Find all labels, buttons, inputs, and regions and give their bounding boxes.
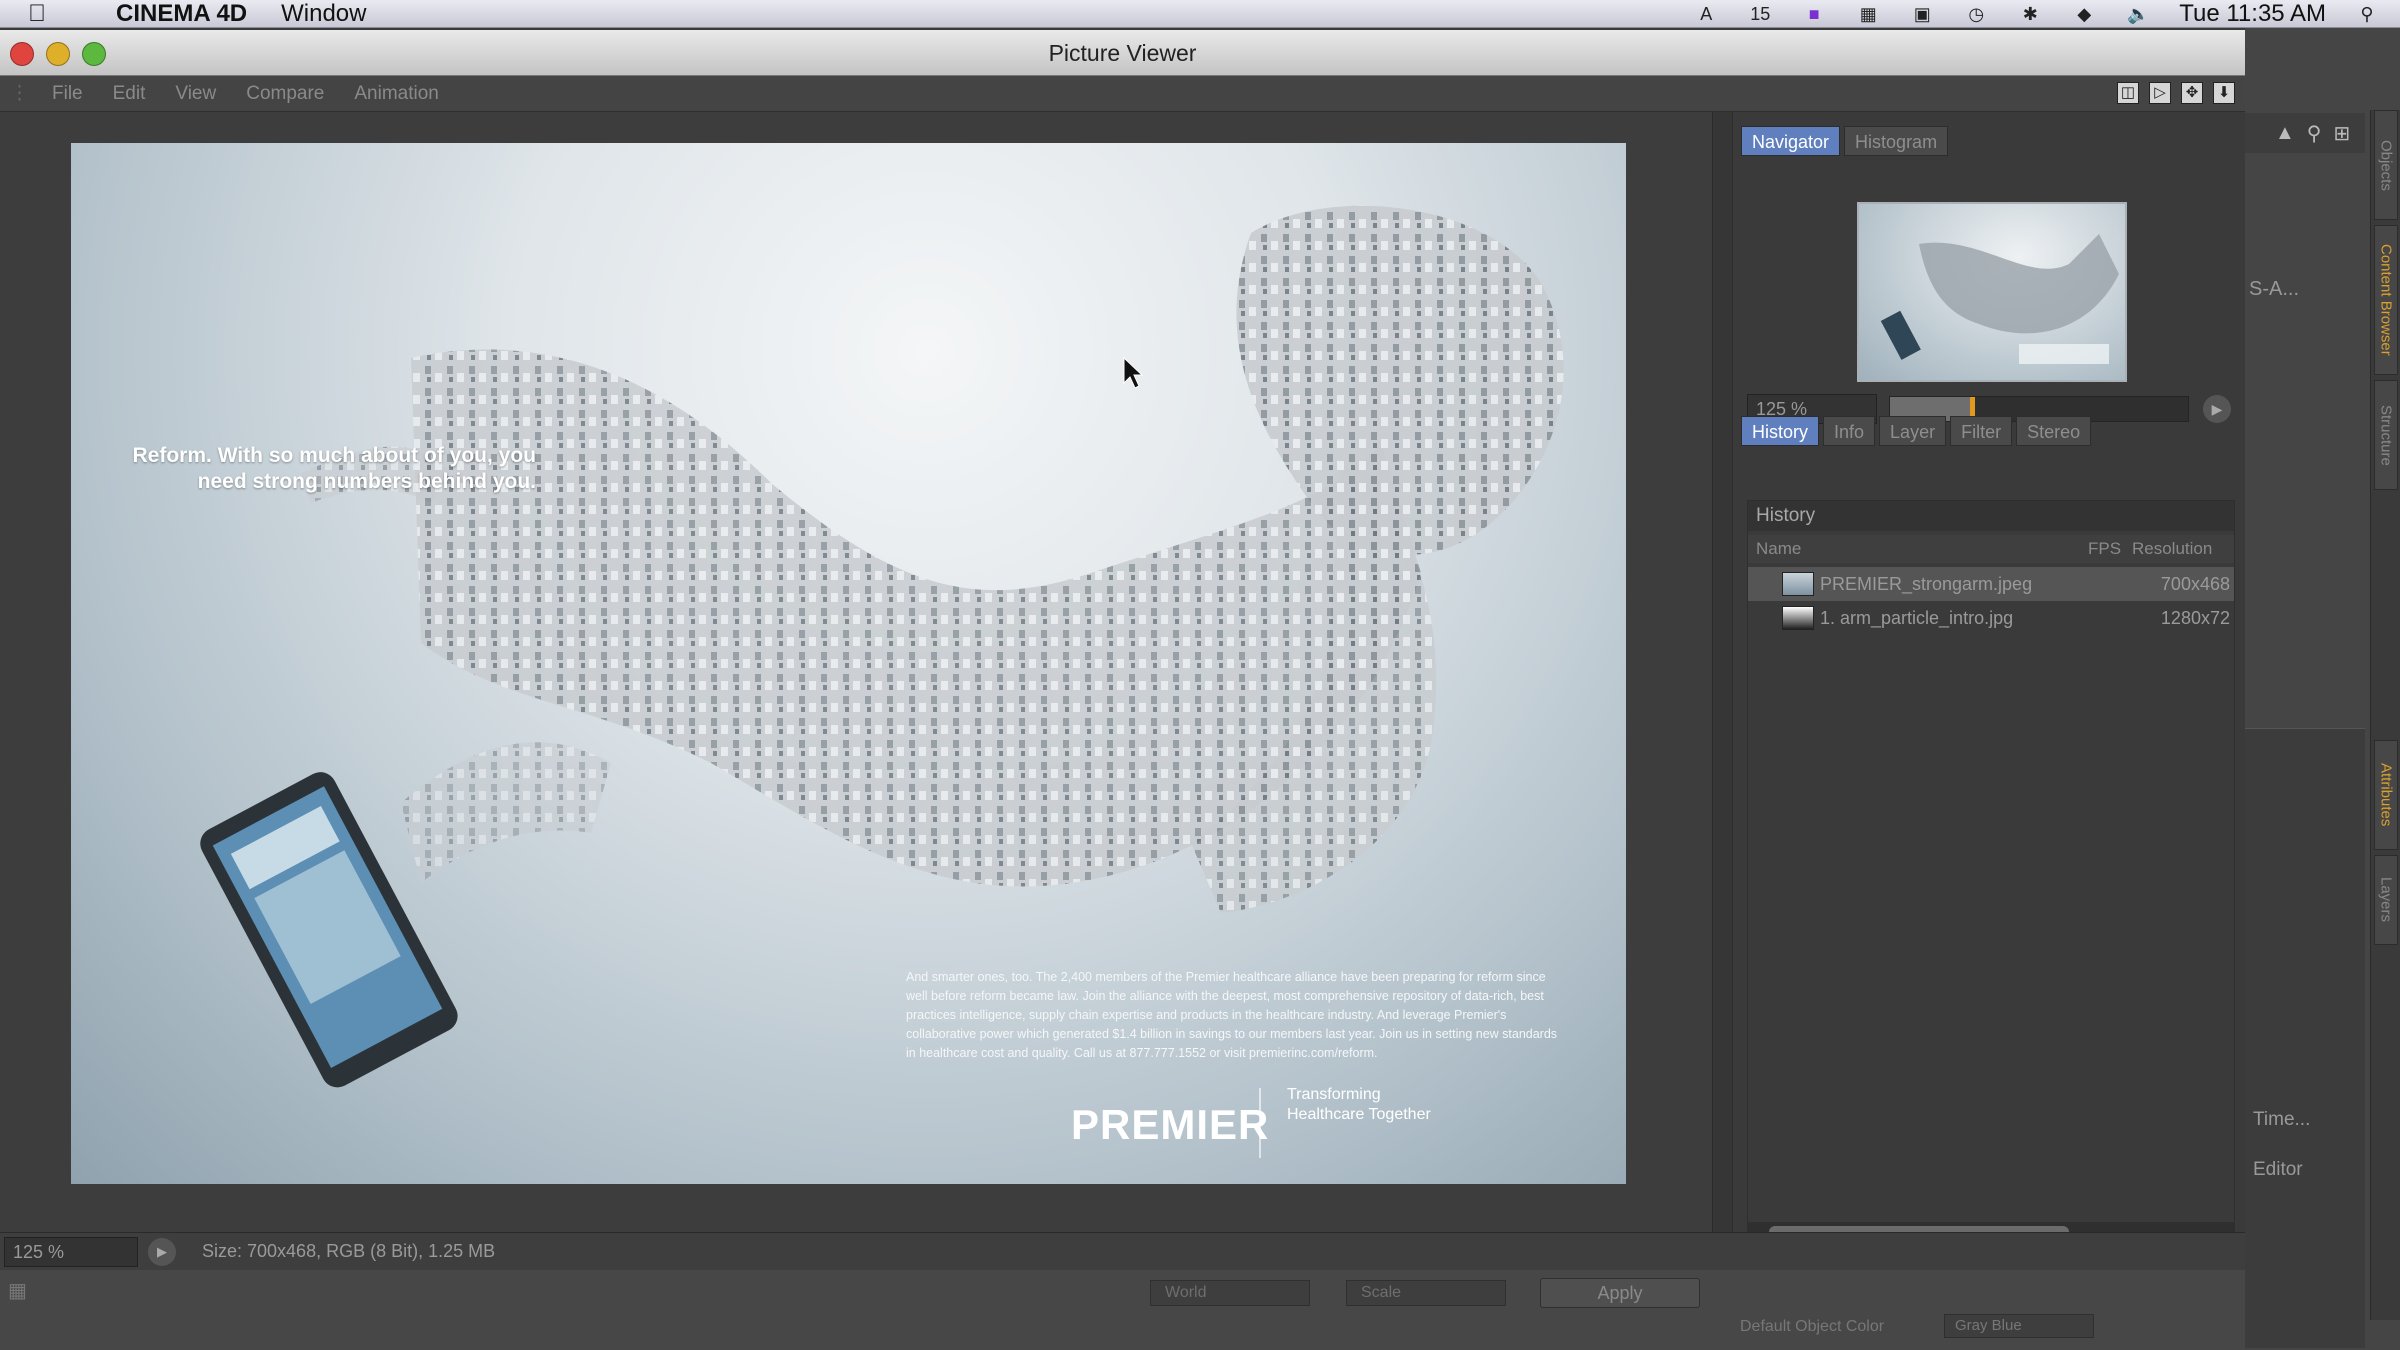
navigator-tabs: Navigator Histogram <box>1741 126 1949 156</box>
history-row-name: PREMIER_strongarm.jpeg <box>1820 574 2033 594</box>
viewed-image[interactable]: Reform. With so much about of you, you n… <box>71 143 1626 1184</box>
history-tabs: History Info Layer Filter Stereo <box>1741 416 2092 446</box>
viewer-toolbar: ◫ ▷ ✥ ⬇ <box>2117 82 2235 104</box>
column-name[interactable]: Name <box>1756 535 1801 563</box>
window-titlebar[interactable]: Picture Viewer <box>0 30 2245 76</box>
object-color-label: Default Object Color <box>1740 1318 1885 1335</box>
tab-info[interactable]: Info <box>1823 416 1876 446</box>
scale-select[interactable]: Scale <box>1346 1280 1506 1306</box>
c4d-row-editor[interactable]: Editor <box>2253 1159 2303 1181</box>
status-zoom-icon[interactable]: ▶ <box>148 1238 176 1266</box>
c4d-vertical-tabs: Objects Content Browser Structure Attrib… <box>2370 110 2400 1320</box>
history-panel: History Name FPS Resolution PREMIER_stro… <box>1747 500 2235 1250</box>
picture-viewer-window: Picture Viewer ⋮ File Edit View Compare … <box>0 30 2245 1350</box>
history-title: History <box>1748 501 2234 531</box>
c4d-object-label: S-A... <box>2249 278 2300 300</box>
search-icon[interactable]: ⚲ <box>2307 121 2322 146</box>
menu-extras: A 15 ■ ▦ ▣ ◷ ✱ ◆ 🔈 Tue 11:35 AM ⚲ <box>1693 0 2380 28</box>
column-fps[interactable]: FPS <box>2088 535 2121 563</box>
vtab-structure[interactable]: Structure <box>2374 380 2398 490</box>
history-row-resolution: 700x468 <box>2160 574 2230 594</box>
premier-logo: PREMIER <box>1071 1101 1270 1148</box>
window-menu[interactable]: Window <box>281 0 366 28</box>
ad-tagline: Transforming Healthcare Together <box>1287 1086 1431 1123</box>
vtab-objects[interactable]: Objects <box>2374 110 2398 220</box>
add-icon[interactable]: ⊞ <box>2333 121 2350 146</box>
apply-button[interactable]: Apply <box>1540 1278 1700 1308</box>
c4d-object-toolbar: ▲ ⚲ ⊞ <box>2245 113 2365 153</box>
history-row[interactable]: PREMIER_strongarm.jpeg 700x468 <box>1748 567 2234 601</box>
column-resolution[interactable]: Resolution <box>2132 535 2212 563</box>
viewer-status-bar: 125 % ▶ Size: 700x468, RGB (8 Bit), 1.25… <box>0 1232 2245 1270</box>
image-size-info: Size: 700x468, RGB (8 Bit), 1.25 MB <box>202 1241 496 1261</box>
volume-icon[interactable]: 🔈 <box>2125 4 2151 24</box>
history-row-resolution: 1280x72 <box>2160 608 2230 628</box>
status-zoom-field[interactable]: 125 % <box>4 1237 138 1267</box>
history-header: Name FPS Resolution <box>1748 535 2234 563</box>
navigator-thumbnail[interactable] <box>1857 202 2127 382</box>
ad-body-copy: And smarter ones, too. The 2,400 members… <box>906 970 1558 1060</box>
menu-compare[interactable]: Compare <box>246 83 324 105</box>
mouse-cursor <box>1123 356 1144 389</box>
logo-divider <box>1259 1088 1261 1158</box>
move-icon[interactable]: ✥ <box>2181 82 2203 104</box>
vtab-attributes[interactable]: Attributes <box>2374 740 2398 850</box>
layout-icon[interactable]: ▷ <box>2149 82 2171 104</box>
battery-text: 15 <box>1750 3 1771 24</box>
menu-view[interactable]: View <box>175 83 216 105</box>
history-thumbnail <box>1782 572 1814 596</box>
tab-layer[interactable]: Layer <box>1879 416 1947 446</box>
bluetooth-icon[interactable]: ✱ <box>2017 4 2043 24</box>
menu-file[interactable]: File <box>52 83 83 105</box>
time-machine-icon[interactable]: ◷ <box>1963 4 1989 24</box>
screen:  CINEMA 4D Window A 15 ■ ▦ ▣ ◷ ✱ ◆ 🔈 Tu… <box>0 0 2400 1350</box>
tab-filter[interactable]: Filter <box>1950 416 2013 446</box>
menu-animation[interactable]: Animation <box>354 83 439 105</box>
c4d-layout-icon[interactable]: ▦ <box>8 1278 27 1303</box>
tab-history[interactable]: History <box>1741 416 1820 446</box>
c4d-attributes-panel: Editor Time... <box>2245 728 2365 1348</box>
panel-toggle-icon[interactable]: ◫ <box>2117 82 2139 104</box>
viewer-side-panel: Navigator Histogram 125 % ▶ History Info… <box>1732 112 2245 1262</box>
save-icon[interactable]: ⬇ <box>2213 82 2235 104</box>
tab-stereo[interactable]: Stereo <box>2016 416 2092 446</box>
wifi-icon[interactable]: ◆ <box>2071 4 2097 24</box>
vtab-layers[interactable]: Layers <box>2374 855 2398 945</box>
book-icon[interactable]: ▦ <box>1855 4 1881 24</box>
app-tray-icon[interactable]: ■ <box>1801 4 1827 24</box>
ad-headline: Reform. With so much about of you, you n… <box>132 444 536 493</box>
arm-fist <box>1236 205 1564 556</box>
history-row[interactable]: 1. arm_particle_intro.jpg 1280x72 <box>1748 601 2234 635</box>
navigator-preview <box>1880 234 2119 364</box>
zoom-play-icon[interactable]: ▶ <box>2203 395 2231 423</box>
grip-icon: ⋮ <box>10 83 29 104</box>
apple-icon[interactable]:  <box>28 0 72 28</box>
c4d-coordinate-bar: ▦ World Scale Apply Default Object Color… <box>0 1270 2245 1350</box>
menu-edit[interactable]: Edit <box>113 83 146 105</box>
vertical-scrollbar[interactable] <box>1712 112 1732 1262</box>
display-icon[interactable]: ▣ <box>1909 4 1935 24</box>
object-color-select[interactable]: Gray Blue <box>1944 1314 2094 1338</box>
mac-menu-bar:  CINEMA 4D Window A 15 ■ ▦ ▣ ◷ ✱ ◆ 🔈 Tu… <box>0 0 2400 28</box>
vtab-content-browser[interactable]: Content Browser <box>2374 225 2398 375</box>
tab-navigator[interactable]: Navigator <box>1741 126 1841 156</box>
coordinate-system-select[interactable]: World <box>1150 1280 1310 1306</box>
adobe-icon[interactable]: A <box>1693 4 1719 24</box>
window-title: Picture Viewer <box>1048 40 1197 66</box>
clock[interactable]: Tue 11:35 AM <box>2179 0 2326 28</box>
arrow-icon[interactable]: ▲ <box>2275 122 2295 145</box>
viewer-menu-bar: ⋮ File Edit View Compare Animation ◫ ▷ ✥… <box>0 76 2245 112</box>
history-thumbnail <box>1782 606 1814 630</box>
app-name-menu[interactable]: CINEMA 4D <box>116 0 247 28</box>
c4d-row-time[interactable]: Time... <box>2253 1109 2310 1131</box>
tab-histogram[interactable]: Histogram <box>1844 126 1949 156</box>
history-row-name: 1. arm_particle_intro.jpg <box>1820 608 2014 628</box>
particle-trail-2 <box>401 742 611 883</box>
spotlight-search-icon[interactable]: ⚲ <box>2354 4 2380 24</box>
